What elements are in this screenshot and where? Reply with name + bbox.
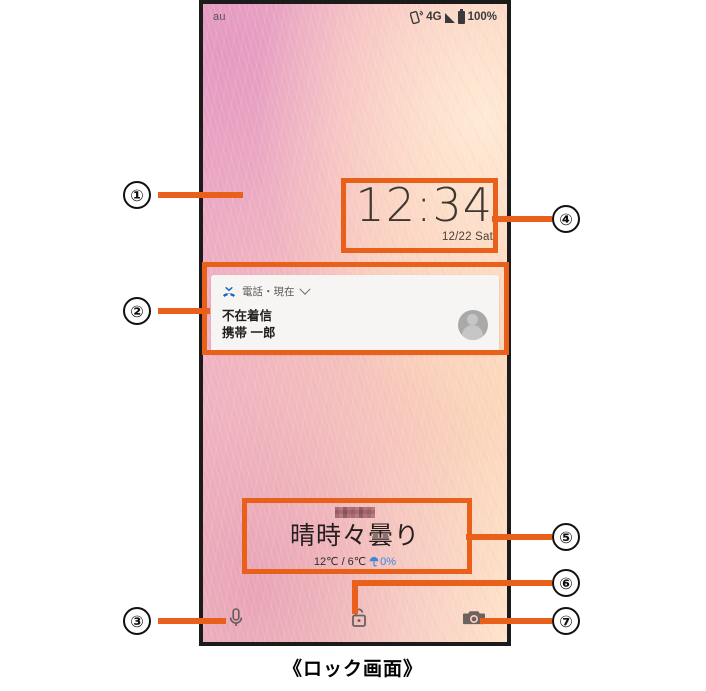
microphone-icon[interactable]	[221, 602, 251, 632]
network-type-label: 4G	[426, 11, 442, 23]
callout-marker-2: ②	[123, 297, 151, 325]
leader-line-2	[158, 308, 210, 314]
carrier-label: au	[213, 11, 226, 23]
leader-line-4	[492, 216, 552, 222]
callout-marker-4: ④	[552, 205, 580, 233]
highlight-weather	[242, 498, 472, 574]
battery-full-icon	[457, 8, 465, 24]
highlight-notification	[202, 262, 509, 355]
callout-marker-5: ⑤	[552, 523, 580, 551]
leader-line-5	[466, 534, 552, 540]
status-icons-group: 4G 100%	[409, 8, 497, 25]
camera-icon-svg	[463, 611, 485, 625]
callout-marker-3: ③	[123, 607, 151, 635]
leader-line-7	[480, 618, 552, 624]
unlocked-padlock-icon[interactable]	[344, 602, 374, 632]
leader-line-1	[158, 192, 243, 198]
callout-marker-6: ⑥	[552, 569, 580, 597]
leader-line-3	[158, 618, 226, 624]
vibrate-icon-svg	[409, 10, 424, 25]
camera-icon[interactable]	[459, 602, 489, 632]
leader-line-6	[352, 580, 552, 586]
battery-percent-label: 100%	[467, 11, 497, 23]
highlight-clock	[341, 178, 498, 253]
microphone-icon-svg	[229, 608, 243, 626]
unlocked-padlock-icon-svg	[352, 608, 366, 627]
signal-bars-icon	[444, 13, 455, 23]
status-bar: au 4G 100%	[203, 4, 507, 30]
vibrate-icon	[409, 10, 424, 25]
figure-caption: 《ロック画面》	[282, 659, 423, 680]
callout-marker-1: ①	[123, 181, 151, 209]
callout-marker-7: ⑦	[552, 607, 580, 635]
